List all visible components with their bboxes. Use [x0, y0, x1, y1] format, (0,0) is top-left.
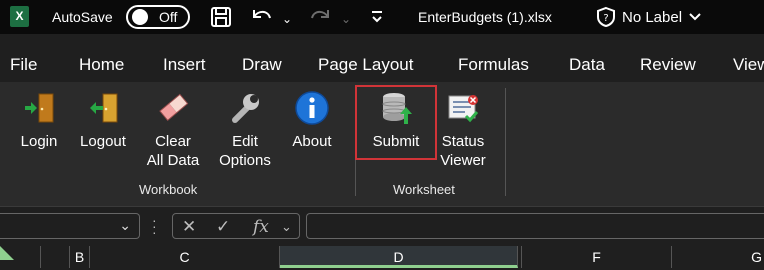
formula-actions: ✕ ✓ fx ⌄	[172, 213, 300, 239]
tab-insert[interactable]: Insert	[163, 55, 206, 75]
status-viewer-button[interactable]: Status Viewer	[436, 90, 490, 170]
submit-button[interactable]: Submit	[362, 90, 430, 151]
row-header-corner[interactable]	[40, 246, 70, 268]
edit-label-line1: Edit	[232, 133, 258, 150]
submit-label: Submit	[372, 133, 420, 150]
formula-bar: ⌄ · · · ✕ ✓ fx ⌄	[0, 206, 764, 244]
column-header-b[interactable]: B	[70, 246, 90, 268]
about-label: About	[292, 133, 332, 150]
cancel-icon[interactable]: ✕	[182, 217, 196, 237]
eraser-icon	[155, 90, 191, 126]
enter-icon[interactable]: ✓	[216, 217, 230, 237]
toggle-knob	[132, 9, 148, 25]
group-label-workbook: Workbook	[139, 182, 198, 197]
insert-function-button[interactable]: fx	[253, 217, 269, 237]
ribbon-tabs: File Home Insert Draw Page Layout Formul…	[0, 34, 764, 82]
undo-icon[interactable]	[250, 6, 274, 32]
column-headers: B C D F G	[0, 244, 764, 270]
autosave-state: Off	[159, 9, 178, 25]
clear-all-data-button[interactable]: Clear All Data	[138, 90, 208, 170]
tab-formulas[interactable]: Formulas	[458, 55, 529, 75]
database-upload-icon	[378, 90, 414, 126]
tab-file[interactable]: File	[10, 55, 37, 75]
save-icon[interactable]	[210, 6, 232, 32]
ribbon-panel: Login Logout Clear All Data Edit Options…	[0, 82, 764, 206]
column-header-c[interactable]: C	[90, 246, 280, 268]
autosave-label: AutoSave	[52, 9, 113, 25]
chevron-down-icon[interactable]: ⌄	[119, 217, 131, 234]
resize-handle-icon[interactable]: · · ·	[152, 213, 157, 239]
logout-door-icon	[85, 90, 121, 126]
info-icon	[294, 90, 330, 126]
shield-icon: ?	[597, 6, 615, 28]
group-separator	[505, 88, 506, 196]
tab-home[interactable]: Home	[79, 55, 124, 75]
edit-label-line2: Options	[219, 152, 271, 169]
select-all-corner-icon[interactable]	[0, 246, 14, 260]
customize-toolbar-icon[interactable]	[370, 8, 384, 28]
login-door-icon	[21, 90, 57, 126]
autosave-toggle[interactable]: Off	[126, 5, 190, 29]
wrench-icon	[227, 90, 263, 126]
column-header-d[interactable]: D	[280, 246, 518, 268]
status-label-line1: Status	[441, 133, 485, 150]
status-viewer-icon	[445, 90, 481, 126]
logout-button[interactable]: Logout	[74, 90, 132, 151]
column-header-f[interactable]: F	[522, 246, 672, 268]
column-header-g[interactable]: G	[672, 246, 764, 268]
status-label-line2: Viewer	[440, 152, 486, 169]
name-box[interactable]: ⌄	[0, 213, 140, 239]
tab-view[interactable]: View	[733, 55, 764, 75]
chevron-down-icon[interactable]: ⌄	[281, 219, 292, 235]
excel-logo-icon: X	[10, 6, 29, 27]
logout-label: Logout	[80, 133, 126, 150]
formula-input[interactable]	[306, 213, 764, 239]
tab-draw[interactable]: Draw	[242, 55, 282, 75]
title-bar: X AutoSave Off ⌄ ⌄ EnterBudgets (1).xlsx…	[0, 0, 764, 34]
login-button[interactable]: Login	[14, 90, 64, 151]
tab-page-layout[interactable]: Page Layout	[318, 55, 413, 75]
redo-dropdown-icon[interactable]: ⌄	[341, 9, 351, 29]
group-label-worksheet: Worksheet	[393, 182, 455, 197]
clear-label-line1: Clear	[155, 133, 191, 150]
svg-text:?: ?	[603, 13, 608, 24]
document-title: EnterBudgets (1).xlsx	[418, 9, 552, 25]
undo-dropdown-icon[interactable]: ⌄	[282, 9, 292, 29]
sensitivity-label-button[interactable]: ? No Label	[596, 6, 702, 28]
label-status: No Label	[622, 8, 683, 26]
chevron-down-icon	[689, 13, 701, 21]
tab-data[interactable]: Data	[569, 55, 605, 75]
clear-label-line2: All Data	[146, 152, 200, 169]
redo-icon[interactable]	[308, 6, 332, 32]
edit-options-button[interactable]: Edit Options	[212, 90, 278, 170]
about-button[interactable]: About	[284, 90, 340, 151]
tab-review[interactable]: Review	[640, 55, 696, 75]
login-label: Login	[20, 133, 58, 150]
